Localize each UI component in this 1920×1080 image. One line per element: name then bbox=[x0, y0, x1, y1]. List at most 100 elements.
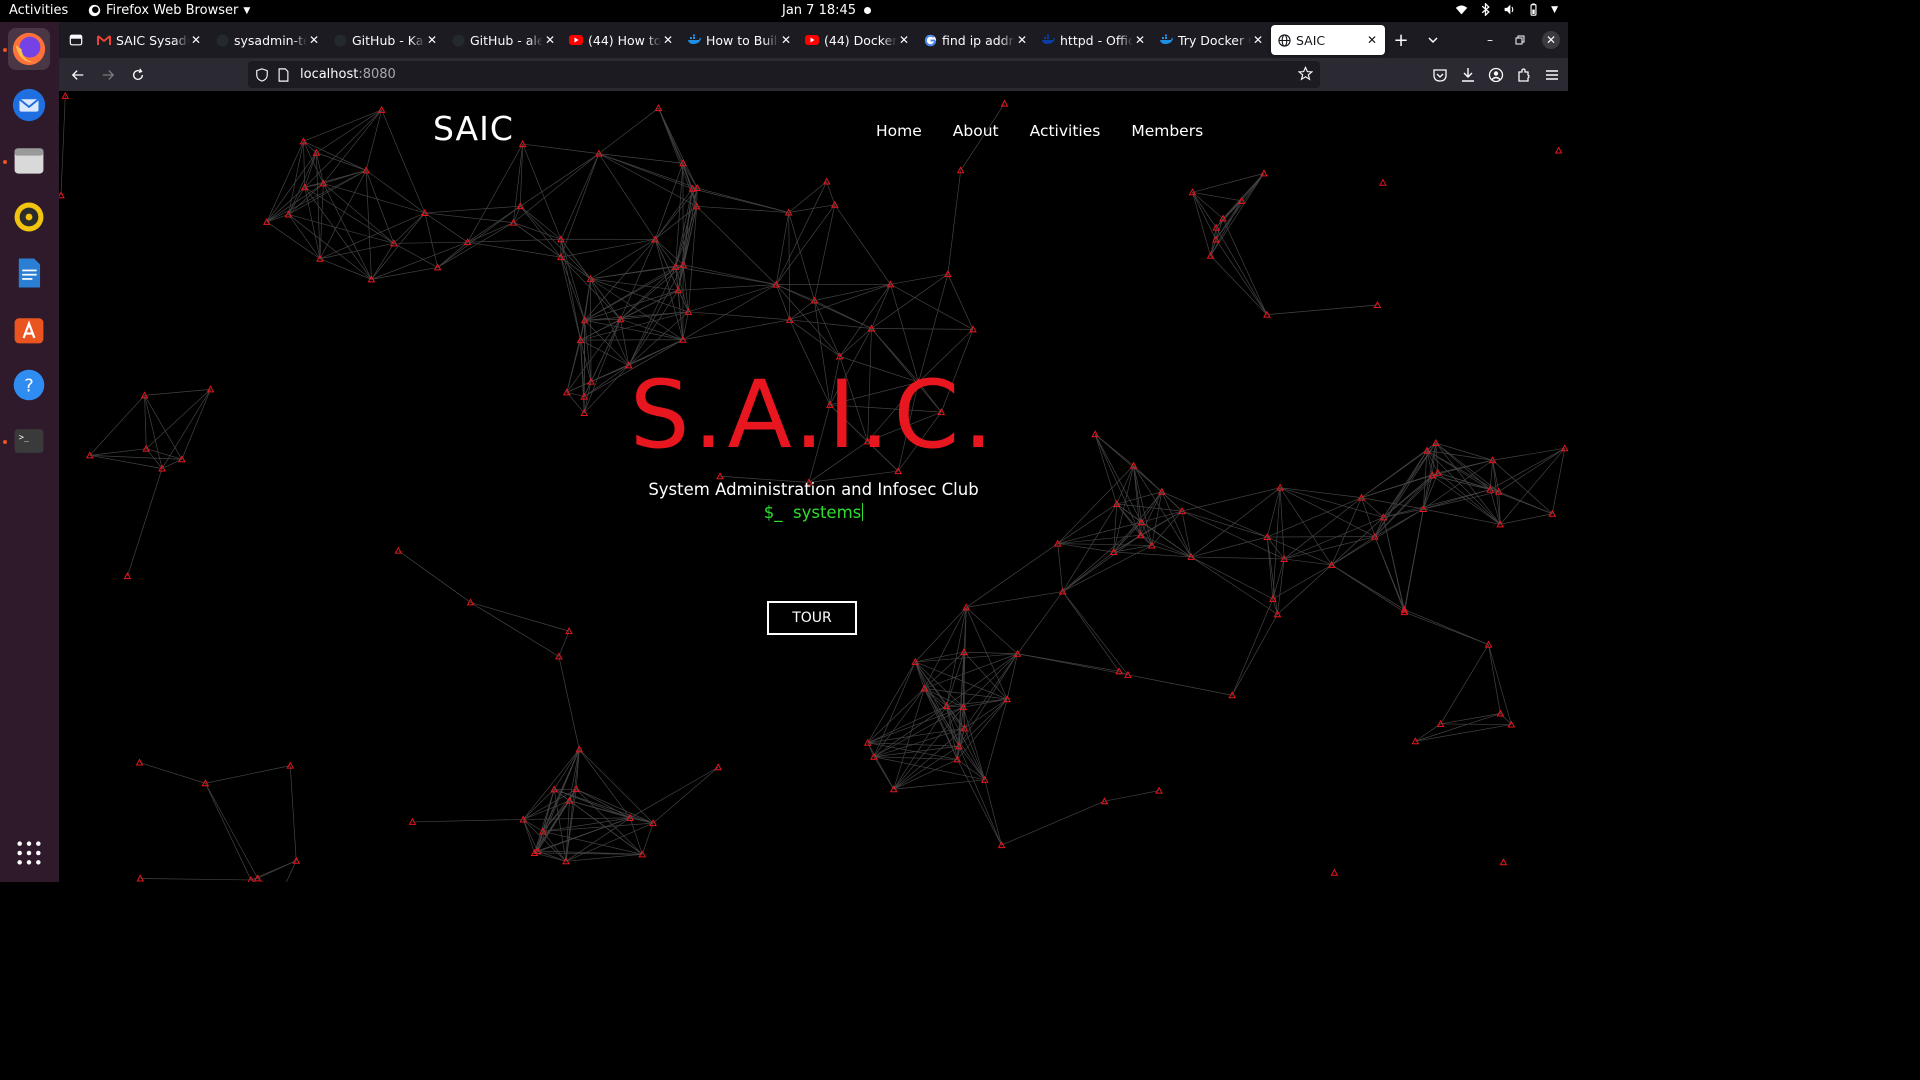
browser-tab[interactable]: httpd - Official✕ bbox=[1035, 25, 1153, 55]
url-bar[interactable]: localhost:8080 bbox=[248, 61, 1320, 88]
extensions-icon[interactable] bbox=[1516, 67, 1532, 83]
system-tray[interactable]: ▼ bbox=[1455, 3, 1558, 16]
dock-firefox[interactable] bbox=[8, 28, 50, 70]
arrow-left-icon bbox=[71, 69, 84, 80]
back-button[interactable] bbox=[63, 60, 93, 90]
tab-close-icon[interactable]: ✕ bbox=[543, 33, 557, 47]
system-top-bar: Activities Firefox Web Browser ▼ Jan 7 1… bbox=[0, 0, 1568, 22]
tour-button[interactable]: TOUR bbox=[767, 601, 857, 635]
battery-icon bbox=[1530, 3, 1537, 16]
browser-tab[interactable]: (44) Docker Compose✕ bbox=[799, 25, 917, 55]
dock-app-center[interactable] bbox=[8, 308, 50, 350]
typed-text-line: $_ systems bbox=[59, 503, 1568, 522]
tab-close-icon[interactable]: ✕ bbox=[897, 33, 911, 47]
dock-show-apps[interactable] bbox=[8, 832, 50, 874]
globe-icon bbox=[1277, 33, 1291, 47]
bluetooth-icon bbox=[1481, 3, 1490, 16]
app-center-icon bbox=[14, 318, 44, 344]
dock-writer[interactable] bbox=[8, 252, 50, 294]
page-info-icon[interactable] bbox=[277, 67, 290, 82]
tab-close-icon[interactable]: ✕ bbox=[1365, 33, 1379, 47]
url-port: :8080 bbox=[358, 67, 396, 82]
chevron-down-icon: ▼ bbox=[243, 5, 251, 16]
running-indicator-icon bbox=[3, 160, 7, 164]
clock[interactable]: Jan 7 18:45 bbox=[782, 3, 872, 18]
tab-close-icon[interactable]: ✕ bbox=[1251, 33, 1265, 47]
tab-close-icon[interactable]: ✕ bbox=[1015, 33, 1029, 47]
running-indicator-icon bbox=[3, 440, 7, 444]
terminal-icon: >_ bbox=[14, 429, 44, 453]
reload-icon bbox=[132, 68, 144, 80]
browser-tab[interactable]: How to Build ✕ bbox=[681, 25, 799, 55]
dock-thunderbird[interactable] bbox=[8, 84, 50, 126]
browser-tab[interactable]: SAIC Sysadmin✕ bbox=[91, 25, 209, 55]
tab-close-icon[interactable]: ✕ bbox=[425, 33, 439, 47]
youtube-icon bbox=[569, 33, 583, 47]
dock: ? >_ bbox=[0, 22, 59, 882]
account-icon[interactable] bbox=[1488, 67, 1504, 83]
dock-files[interactable] bbox=[8, 140, 50, 182]
dock-help[interactable]: ? bbox=[8, 364, 50, 406]
close-window-button[interactable]: ✕ bbox=[1542, 31, 1560, 49]
reload-button[interactable] bbox=[123, 60, 153, 90]
tab-title: find ip address bbox=[942, 32, 1015, 48]
url-text: localhost:8080 bbox=[300, 67, 396, 82]
firefox-view-button[interactable] bbox=[61, 22, 91, 58]
rhythmbox-icon bbox=[14, 202, 44, 232]
tab-bar: SAIC Sysadmin✕sysadmin-tests✕GitHub - Ka… bbox=[59, 22, 1568, 58]
tab-close-icon[interactable]: ✕ bbox=[661, 33, 675, 47]
help-icon: ? bbox=[13, 369, 45, 401]
arrow-right-icon bbox=[102, 69, 115, 80]
firefox-icon bbox=[12, 32, 46, 66]
gmail-icon bbox=[97, 33, 111, 47]
browser-tab[interactable]: Try Docker Compose✕ bbox=[1153, 25, 1271, 55]
tracking-protection-shield-icon[interactable] bbox=[255, 67, 269, 82]
menu-hamburger-icon[interactable] bbox=[1544, 67, 1560, 83]
new-tab-button[interactable]: + bbox=[1385, 22, 1417, 58]
browser-tab[interactable]: SAIC ✕ bbox=[1271, 25, 1385, 55]
writer-icon bbox=[18, 258, 41, 288]
tab-close-icon[interactable]: ✕ bbox=[779, 33, 793, 47]
site-nav-link[interactable]: Home bbox=[876, 122, 922, 140]
dock-terminal[interactable]: >_ bbox=[8, 420, 50, 462]
tab-close-icon[interactable]: ✕ bbox=[189, 33, 203, 47]
browser-tab[interactable]: GitHub - Kamal✕ bbox=[327, 25, 445, 55]
downloads-icon[interactable] bbox=[1460, 67, 1476, 83]
tab-title: (44) How to Install bbox=[588, 32, 661, 48]
tab-title: GitHub - Kamal bbox=[352, 32, 425, 48]
firefox-small-icon bbox=[88, 4, 101, 17]
clock-label: Jan 7 18:45 bbox=[782, 3, 857, 18]
tab-title: GitHub - alex bbox=[470, 32, 543, 48]
plus-icon: + bbox=[1393, 29, 1409, 51]
app-grid-icon bbox=[17, 841, 41, 865]
site-nav-link[interactable]: About bbox=[953, 122, 999, 140]
site-brand[interactable]: SAIC bbox=[433, 109, 514, 148]
tab-close-icon[interactable]: ✕ bbox=[1133, 33, 1147, 47]
hero-title: S.A.I.C. bbox=[629, 361, 998, 470]
pocket-icon[interactable] bbox=[1432, 67, 1448, 83]
github-icon bbox=[333, 33, 347, 47]
youtube-icon bbox=[805, 33, 819, 47]
browser-tab[interactable]: find ip address✕ bbox=[917, 25, 1035, 55]
app-menu[interactable]: Firefox Web Browser ▼ bbox=[88, 3, 250, 18]
bookmark-star-icon[interactable] bbox=[1298, 66, 1313, 81]
svg-text:>_: >_ bbox=[19, 433, 30, 443]
site-nav-link[interactable]: Members bbox=[1131, 122, 1203, 140]
firefox-view-icon bbox=[69, 34, 83, 46]
tab-close-icon[interactable]: ✕ bbox=[307, 33, 321, 47]
activities-button[interactable]: Activities bbox=[9, 3, 68, 18]
tab-title: Try Docker Compose bbox=[1178, 32, 1251, 48]
dock-rhythmbox[interactable] bbox=[8, 196, 50, 238]
github-icon bbox=[451, 33, 465, 47]
minimize-button[interactable]: – bbox=[1482, 32, 1498, 48]
browser-tab[interactable]: GitHub - alex✕ bbox=[445, 25, 563, 55]
list-all-tabs-button[interactable] bbox=[1417, 22, 1449, 58]
restore-button[interactable] bbox=[1512, 32, 1528, 48]
forward-button[interactable] bbox=[93, 60, 123, 90]
chevron-down-icon bbox=[1428, 37, 1438, 44]
browser-tab[interactable]: sysadmin-tests✕ bbox=[209, 25, 327, 55]
site-nav-link[interactable]: Activities bbox=[1030, 122, 1101, 140]
browser-tab[interactable]: (44) How to Install✕ bbox=[563, 25, 681, 55]
wifi-icon bbox=[1455, 5, 1468, 15]
tab-title: SAIC bbox=[1296, 32, 1326, 48]
